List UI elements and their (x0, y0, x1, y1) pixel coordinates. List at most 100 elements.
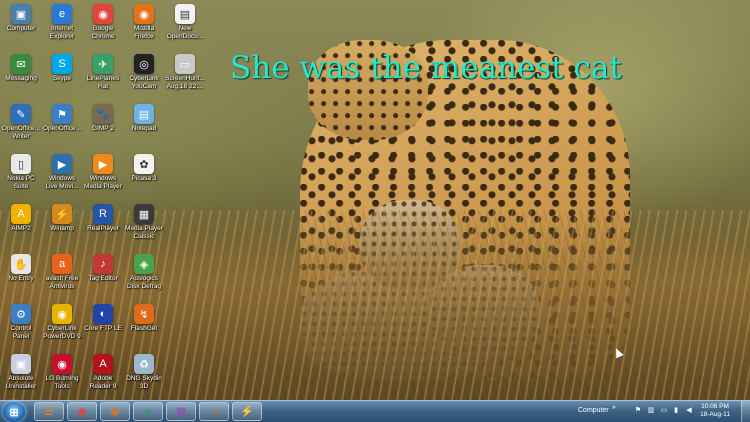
battery-icon[interactable]: ▮ (672, 407, 680, 415)
desktop-shortcut-label: CyberLink YouCam (129, 75, 159, 90)
media-player-icon: ▶ (93, 154, 113, 174)
disk-defrag-icon: ◈ (134, 254, 154, 274)
desktop-shortcut[interactable]: ▦ Media Player Classic (123, 202, 165, 240)
desktop-shortcut[interactable]: ▣ Absolute Uninstaller (0, 352, 42, 390)
desktop-shortcut[interactable]: ◉ Google Chrome (82, 2, 124, 40)
picasa-icon: ✿ (134, 154, 154, 174)
desktop-shortcut-label: Tag Editor (88, 275, 118, 282)
desktop-shortcut[interactable]: ✿ Picasa 3 (123, 152, 165, 183)
desktop-shortcut[interactable]: ◐ Core FTP LE (82, 302, 124, 333)
flag-icon[interactable]: ⚑ (634, 407, 642, 415)
desktop-shortcut-label: Mozilla Firefox (133, 25, 155, 40)
chrome-taskbar-icon[interactable]: ◉ (67, 402, 97, 421)
desktop-shortcut-label: Auslogics Disk Defrag (127, 275, 161, 290)
winamp-icon: ⚡ (52, 204, 72, 224)
clock-time: 10:06 PM (701, 403, 729, 410)
desktop-shortcut[interactable]: ▶ Windows Live Movi... (41, 152, 83, 190)
desktop-shortcut[interactable]: ⚙ Control Panel (0, 302, 42, 340)
winamp-taskbar-icon[interactable]: ⚡ (232, 402, 262, 421)
screenshot-icon: ▭ (175, 54, 195, 74)
desktop-shortcut[interactable]: ◉ LG Burning Tools (41, 352, 83, 390)
desktop-shortcut[interactable]: ▯ Nokia PC Suite (0, 152, 42, 190)
desktop-shortcut[interactable]: ▶ Windows Media Player (82, 152, 124, 190)
desktop-shortcut[interactable]: ▭ ScreenHunt... Aug.18 22:... (164, 52, 206, 90)
desktop-shortcut-label: FlashGet (130, 325, 158, 332)
desktop-shortcut[interactable]: a avast! Free Antivirus (41, 252, 83, 290)
gimp-icon: 🐾 (93, 104, 113, 124)
computer-icon: ▣ (11, 4, 31, 24)
winrar-taskbar-icon[interactable]: ▦ (166, 402, 196, 421)
desktop-shortcut[interactable]: ⚡ Winamp (41, 202, 83, 233)
desktop-shortcut[interactable]: ♻ DNG Skydin 3D (123, 352, 165, 390)
desktop-shortcut-label: Media Player Classic (125, 225, 163, 240)
wallpaper-caption: She was the meanest cat (230, 50, 622, 86)
desktop-shortcut-label: avast! Free Antivirus (45, 275, 79, 290)
desktop-shortcut-label: Messaging (5, 75, 37, 82)
no-entry-icon: ✋ (11, 254, 31, 274)
desktop-shortcut[interactable]: S Skype (41, 52, 83, 83)
desktop-shortcut-label: LinePlanes Hat (86, 75, 120, 90)
desktop-shortcut-label: AIMP2 (11, 225, 31, 232)
nokia-pc-suite-icon: ▯ (11, 154, 31, 174)
desktop-shortcut[interactable]: ▣ Computer (0, 2, 42, 33)
desktop-shortcut[interactable]: R RealPlayer (82, 202, 124, 233)
desktop-shortcut[interactable]: ♪ Tag Editor (82, 252, 124, 283)
internet-explorer-taskbar-icon[interactable]: e (133, 402, 163, 421)
firefox-taskbar-icon[interactable]: ◉ (100, 402, 130, 421)
desktop-shortcut[interactable]: ✉ Messaging (0, 52, 42, 83)
desktop-shortcut[interactable]: ▤ New OpenDocu... (164, 2, 206, 40)
desktop-shortcut-label: Skype (52, 75, 72, 82)
core-ftp-icon: ◐ (93, 304, 113, 324)
desktop-shortcut-label: Internet Explorer (49, 25, 75, 40)
powerdvd-icon: ◉ (52, 304, 72, 324)
desktop-shortcut[interactable]: ◎ CyberLink YouCam (123, 52, 165, 90)
display-icon[interactable]: ▭ (660, 407, 668, 415)
notepad-icon: ▤ (134, 104, 154, 124)
desktop-shortcut[interactable]: ◉ Mozilla Firefox (123, 2, 165, 40)
desktop-shortcut[interactable]: A AIMP2 (0, 202, 42, 233)
volume-icon[interactable]: ◀ (685, 407, 693, 415)
system-clock[interactable]: 10:06 PM 18-Aug-11 (700, 403, 730, 419)
messaging-icon: ✉ (11, 54, 31, 74)
desktop-shortcut-label: Core FTP LE (84, 325, 122, 332)
desktop-shortcut[interactable]: ⚑ OpenOffice... (41, 102, 83, 133)
desktop-shortcut-label: Control Panel (10, 325, 32, 340)
desktop-shortcut[interactable]: e Internet Explorer (41, 2, 83, 40)
music-taskbar-icon[interactable]: ♫ (199, 402, 229, 421)
mpc-icon: ▦ (134, 204, 154, 224)
desktop-shortcut-label: OpenOffice... Writer (1, 125, 41, 140)
desktop-shortcut-label: CyberLink PowerDVD 9 (43, 325, 81, 340)
desktop-shortcut-label: ScreenHunt... Aug.18 22:... (165, 75, 205, 90)
desktop-shortcut-label: RealPlayer (87, 225, 119, 232)
aimp-taskbar-icon[interactable]: ☰ (34, 402, 64, 421)
desktop-shortcut[interactable]: A Adobe Reader 9 (82, 352, 124, 390)
lineplanes-icon: ✈ (93, 54, 113, 74)
desktop-shortcut[interactable]: ▤ Notepad (123, 102, 165, 133)
tag-editor-icon: ♪ (93, 254, 113, 274)
computer-toolbar-label[interactable]: Computer (578, 407, 609, 414)
desktop-shortcut-label: Winamp (50, 225, 74, 232)
desktop-shortcut-label: Computer (6, 25, 36, 32)
network-icon[interactable]: ▥ (647, 407, 655, 415)
youcam-icon: ◎ (134, 54, 154, 74)
desktop-shortcut[interactable]: ◉ CyberLink PowerDVD 9 (41, 302, 83, 340)
windows-start-icon[interactable]: ⊞ (3, 402, 25, 422)
avast-icon: a (52, 254, 72, 274)
desktop-shortcut-label: Windows Live Movi... (45, 175, 79, 190)
desktop-shortcut-label: Adobe Reader 9 (89, 375, 117, 390)
desktop-shortcut[interactable]: ✈ LinePlanes Hat (82, 52, 124, 90)
live-movie-maker-icon: ▶ (52, 154, 72, 174)
uninstaller-icon: ▣ (11, 354, 31, 374)
openoffice-writer-icon: ✎ (11, 104, 31, 124)
tray-expand-icon[interactable]: » (612, 404, 616, 411)
desktop-shortcut[interactable]: 🐾 GIMP 2 (82, 102, 124, 133)
desktop-shortcut[interactable]: ◈ Auslogics Disk Defrag (123, 252, 165, 290)
desktop-shortcut[interactable]: ↯ FlashGet (123, 302, 165, 333)
desktop-shortcut-label: Google Chrome (91, 25, 115, 40)
show-desktop-button[interactable] (741, 401, 750, 422)
desktop-shortcut-label: DNG Skydin 3D (126, 375, 162, 390)
adobe-reader-icon: A (93, 354, 113, 374)
desktop-shortcut[interactable]: ✋ No Entry (0, 252, 42, 283)
control-panel-icon: ⚙ (11, 304, 31, 324)
desktop-shortcut[interactable]: ✎ OpenOffice... Writer (0, 102, 42, 140)
